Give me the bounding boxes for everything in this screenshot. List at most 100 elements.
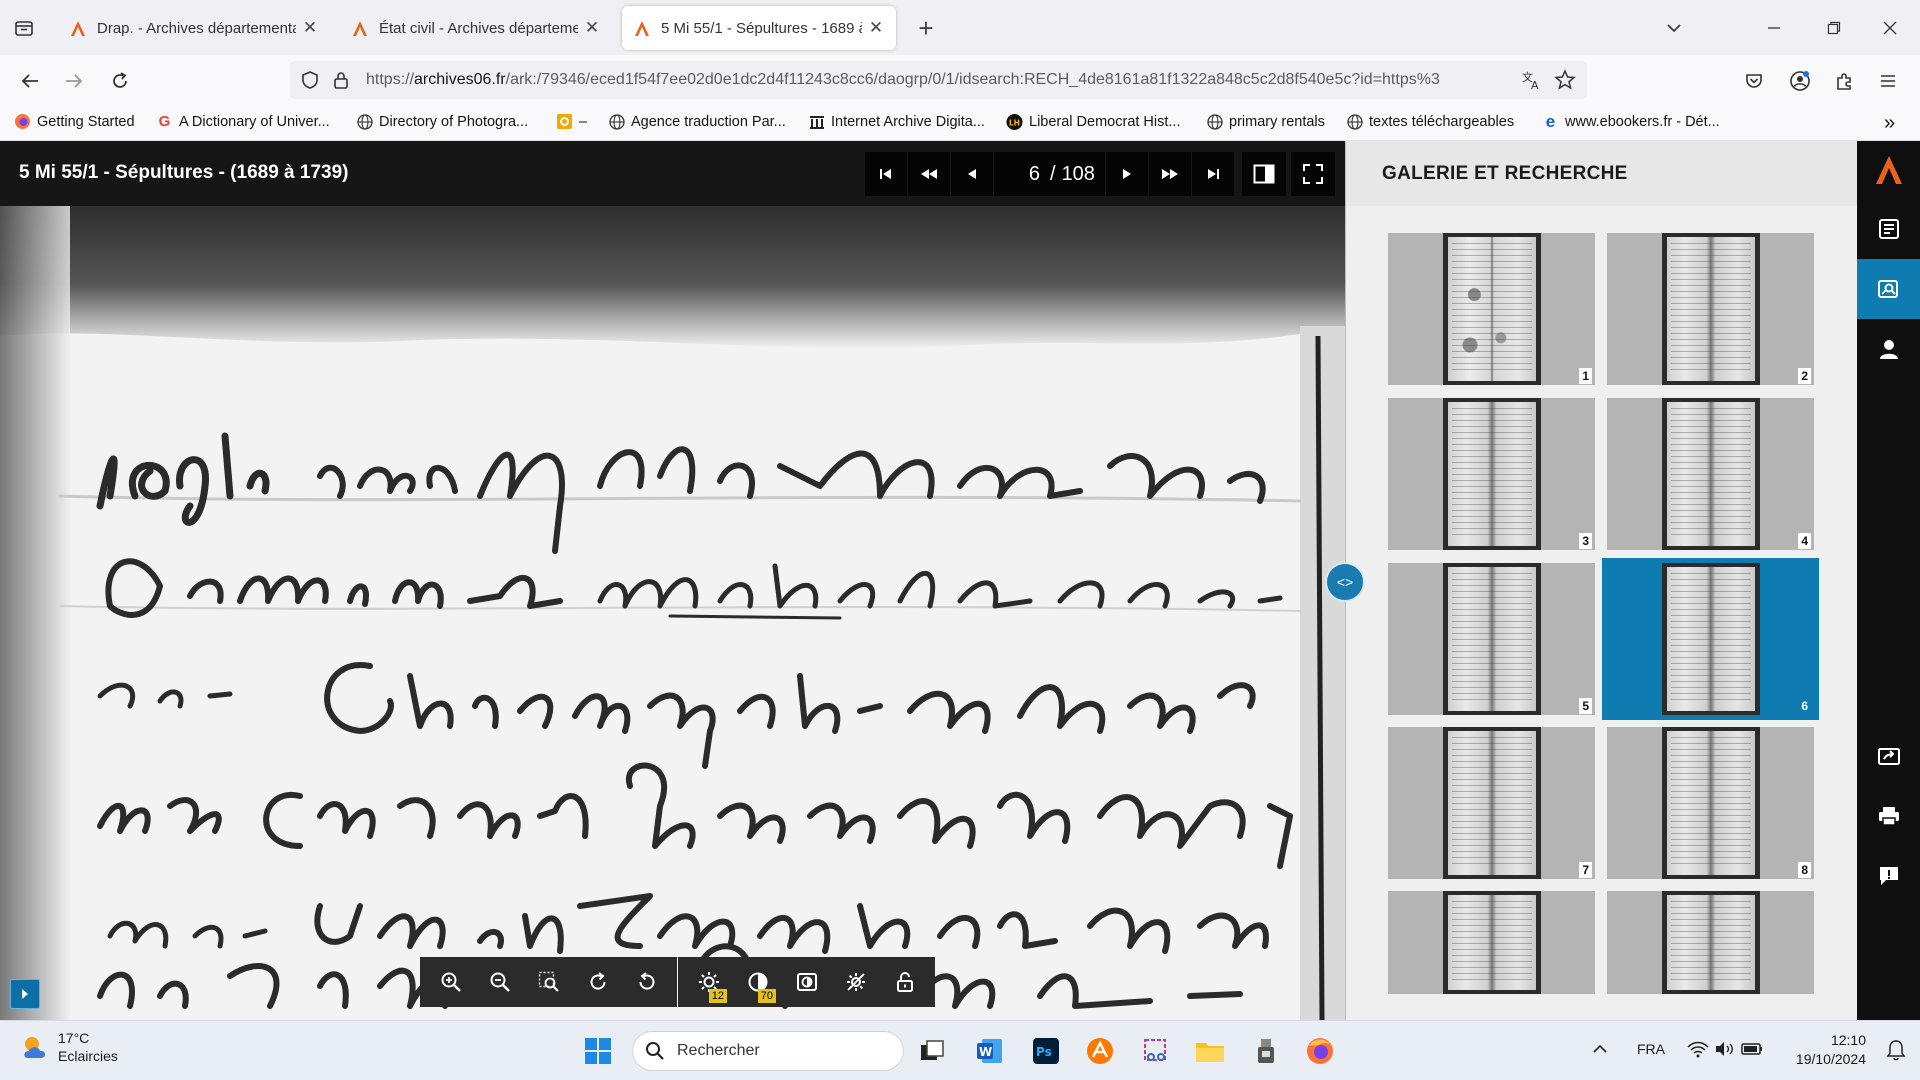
panel-resize-handle[interactable]: <> xyxy=(1325,562,1365,602)
tab-sepultures[interactable]: 5 Mi 55/1 - Sépultures - 1689 à ✕ xyxy=(622,6,896,50)
split-view-button[interactable] xyxy=(1242,152,1286,196)
weather-widget[interactable]: 17°C Eclaircies xyxy=(20,1029,118,1065)
side-panel-toggle-button[interactable] xyxy=(10,979,40,1009)
partly-cloudy-icon xyxy=(24,1037,46,1058)
svg-text:LH: LH xyxy=(1009,118,1020,127)
thumbnail-9[interactable] xyxy=(1388,891,1595,994)
show-hidden-icons-chevron-icon[interactable] xyxy=(1592,1041,1608,1060)
globe-icon xyxy=(1346,113,1363,130)
rotate-right-icon[interactable] xyxy=(573,962,622,1002)
bookmark-liberal-democrat[interactable]: LH Liberal Democrat Hist... xyxy=(1006,113,1181,130)
usb-device-icon[interactable] xyxy=(1250,1035,1282,1067)
last-page-button[interactable] xyxy=(1191,152,1234,196)
invert-colors-icon[interactable] xyxy=(782,962,831,1002)
user-account-icon[interactable] xyxy=(1857,319,1920,379)
bookmark-internet-archive[interactable]: Internet Archive Digita... xyxy=(808,113,985,130)
tab-overflow-chevron-icon[interactable] xyxy=(1660,14,1688,42)
firefox-taskbar-icon[interactable] xyxy=(1304,1035,1336,1067)
tab-list-icon[interactable] xyxy=(10,14,38,42)
contrast-icon[interactable]: 70 xyxy=(733,962,782,1003)
next-page-button[interactable] xyxy=(1105,152,1148,196)
notifications-icon[interactable] xyxy=(1886,1039,1906,1064)
rewind-button[interactable] xyxy=(908,152,950,196)
thumbnail-3[interactable]: 3 xyxy=(1388,398,1595,550)
brightness-icon[interactable]: 12 xyxy=(684,962,733,1003)
thumbnail-4[interactable]: 4 xyxy=(1607,398,1814,550)
bookmarks-overflow-chevron-icon[interactable]: » xyxy=(1884,112,1895,135)
fast-forward-button[interactable] xyxy=(1148,152,1191,196)
url-text[interactable]: https://archives06.fr/ark:/79346/eced1f5… xyxy=(366,71,1506,89)
tab-drap[interactable]: Drap. - Archives départementales ✕ xyxy=(58,6,330,50)
start-windows-icon[interactable] xyxy=(582,1035,614,1067)
bookmark-agence-traduction[interactable]: Agence traduction Par... xyxy=(608,113,786,130)
forward-arrow-icon[interactable] xyxy=(58,65,90,97)
thumbnail-10[interactable] xyxy=(1607,891,1814,994)
thumbnail-7[interactable]: 7 xyxy=(1388,727,1595,879)
new-tab-button[interactable]: + xyxy=(912,13,940,43)
address-bar[interactable]: https://archives06.fr/ark:/79346/eced1f5… xyxy=(290,61,1587,99)
reset-adjustments-icon[interactable] xyxy=(831,962,880,1002)
unlock-icon[interactable] xyxy=(880,962,929,1002)
avast-icon[interactable] xyxy=(1084,1035,1116,1067)
word-icon[interactable]: W xyxy=(974,1035,1006,1067)
thumbnail-image xyxy=(1443,563,1541,715)
thumbnail-5[interactable]: 5 xyxy=(1388,563,1595,715)
lock-icon[interactable] xyxy=(332,70,350,90)
account-icon[interactable] xyxy=(1784,65,1816,97)
taskbar-search-input[interactable]: Rechercher xyxy=(632,1031,904,1071)
back-arrow-icon[interactable] xyxy=(14,65,46,97)
print-icon[interactable] xyxy=(1857,786,1920,846)
system-clock[interactable]: 12:10 19/10/2024 xyxy=(1780,1031,1866,1069)
first-page-button[interactable] xyxy=(865,152,907,196)
reload-icon[interactable] xyxy=(104,65,136,97)
extensions-icon[interactable] xyxy=(1828,65,1860,97)
bookmark-label: Agence traduction Par... xyxy=(631,113,786,130)
archives-logo-icon[interactable] xyxy=(1857,141,1920,199)
manuscript-image[interactable] xyxy=(0,206,1345,1020)
bookmark-directory-photographers[interactable]: Directory of Photogra... xyxy=(356,113,528,130)
page-separator: / xyxy=(1050,162,1056,185)
thumbnail-2[interactable]: 2 xyxy=(1607,233,1814,385)
thumbnail-number: 1 xyxy=(1579,368,1592,384)
bookmark-textes-telechargeables[interactable]: textes téléchargeables xyxy=(1346,113,1514,130)
input-language[interactable]: FRA xyxy=(1637,1041,1665,1057)
menu-hamburger-icon[interactable] xyxy=(1872,65,1904,97)
rotate-left-icon[interactable] xyxy=(622,962,671,1002)
close-icon[interactable]: ✕ xyxy=(866,18,886,38)
page-number-input[interactable]: 6 xyxy=(994,163,1044,186)
bookmark-primary-rentals[interactable]: primary rentals xyxy=(1206,113,1325,130)
zoom-out-icon[interactable] xyxy=(475,962,524,1002)
snipping-tool-icon[interactable] xyxy=(1140,1035,1172,1067)
file-explorer-icon[interactable] xyxy=(1194,1035,1226,1067)
thumbnail-1[interactable]: 1 xyxy=(1388,233,1595,385)
bookmark-dash[interactable]: – xyxy=(556,113,587,130)
zoom-in-icon[interactable] xyxy=(426,962,475,1002)
thumbnail-6[interactable]: 6 xyxy=(1602,558,1819,720)
thumbnail-8[interactable]: 8 xyxy=(1607,727,1814,879)
translate-icon[interactable]: 文A xyxy=(1521,69,1543,91)
window-close-icon[interactable] xyxy=(1876,14,1904,42)
photoshop-icon[interactable]: Ps xyxy=(1030,1035,1062,1067)
bookmark-star-icon[interactable] xyxy=(1554,69,1576,91)
system-status-icons[interactable] xyxy=(1686,1039,1766,1062)
close-icon[interactable]: ✕ xyxy=(582,18,602,38)
bookmark-label: www.ebookers.fr - Dét... xyxy=(1565,113,1720,130)
bookmark-getting-started[interactable]: Getting Started xyxy=(14,113,135,130)
document-info-icon[interactable] xyxy=(1857,199,1920,259)
share-icon[interactable] xyxy=(1857,726,1920,786)
tracking-shield-icon[interactable] xyxy=(300,70,320,90)
restore-icon[interactable] xyxy=(1820,14,1848,42)
pocket-icon[interactable] xyxy=(1738,65,1770,97)
zoom-selection-icon[interactable] xyxy=(524,962,573,1002)
contrast-value: 70 xyxy=(757,989,776,1003)
minimize-icon[interactable] xyxy=(1760,14,1788,42)
task-view-icon[interactable] xyxy=(916,1035,948,1067)
feedback-icon[interactable] xyxy=(1857,846,1920,906)
previous-page-button[interactable] xyxy=(951,152,993,196)
bookmark-ebookers[interactable]: e www.ebookers.fr - Dét... xyxy=(1542,112,1720,131)
bookmark-dictionary[interactable]: G A Dictionary of Univer... xyxy=(156,113,330,130)
tab-etat-civil[interactable]: État civil - Archives départementales ✕ xyxy=(340,6,612,50)
close-icon[interactable]: ✕ xyxy=(300,18,320,38)
gallery-search-icon[interactable] xyxy=(1857,259,1920,319)
fullscreen-button[interactable] xyxy=(1291,152,1335,196)
